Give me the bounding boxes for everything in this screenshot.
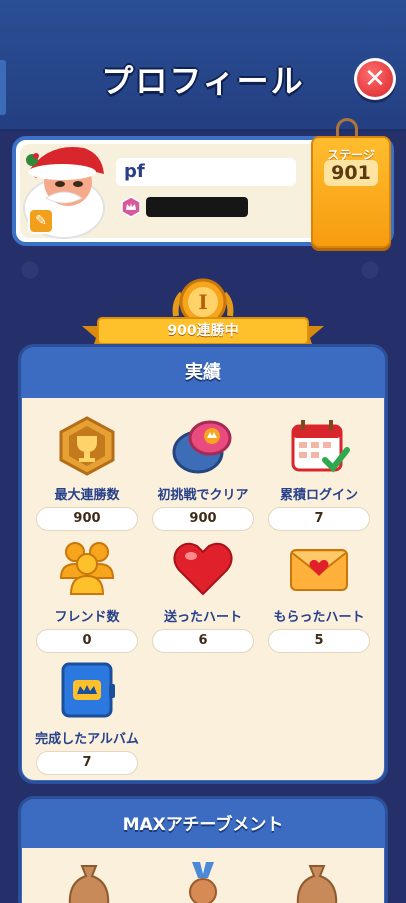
stat-label: 完成したアルバム (35, 732, 139, 747)
stat-value: 5 (268, 629, 370, 653)
streak-text: 900連勝中 (167, 323, 239, 339)
bronze-medal-icon (189, 862, 217, 903)
stat-label: 最大連勝数 (54, 488, 120, 503)
achievements-title: 実績 (185, 362, 221, 383)
stat-value: 7 (268, 507, 370, 531)
friends-icon (59, 542, 115, 595)
stat-max-streak: 最大連勝数 900 (27, 412, 147, 531)
max-achievements-title: MAXアチーブメント (122, 815, 284, 835)
pencil-icon: ✎ (35, 213, 47, 229)
stat-login-total: 累積ログイン 7 (259, 412, 379, 531)
stat-first-try-clear: 初挑戦でクリア 900 (143, 412, 263, 531)
stat-label: 送ったハート (163, 610, 242, 625)
stat-label: フレンド数 (54, 610, 120, 625)
stat-hearts-sent: 送ったハート 6 (143, 534, 263, 653)
player-name-field[interactable]: pf (116, 158, 296, 186)
edit-avatar-button[interactable]: ✎ (28, 208, 54, 234)
stat-value: 900 (36, 507, 138, 531)
stat-value: 0 (36, 629, 138, 653)
trophy-badge-icon (59, 416, 115, 476)
heart-envelope-icon (290, 549, 348, 591)
heart-icon (173, 542, 233, 596)
stat-label: もらったハート (273, 610, 365, 625)
stat-value: 7 (36, 751, 138, 775)
first-try-button-icon (172, 420, 232, 474)
page-title: プロフィール (101, 62, 305, 100)
pink-crown-badge-icon (121, 196, 141, 218)
close-button[interactable]: ✕ (354, 58, 396, 100)
medal-numeral: I (198, 290, 207, 314)
stat-label: 初挑戦でクリア (157, 488, 249, 503)
stat-hearts-received: もらったハート 5 (259, 534, 379, 653)
bag-icon (296, 865, 338, 903)
bag-icon (68, 865, 110, 903)
album-icon (61, 662, 115, 718)
stat-value: 6 (152, 629, 254, 653)
stat-value: 900 (152, 507, 254, 531)
stat-friends: フレンド数 0 (27, 534, 147, 653)
stat-label: 累積ログイン (279, 488, 358, 503)
stat-albums-completed: 完成したアルバム 7 (27, 656, 147, 775)
player-id-redacted (146, 197, 248, 217)
calendar-check-icon (291, 420, 350, 473)
close-icon: ✕ (357, 61, 393, 97)
stage-value: 901 (331, 162, 371, 184)
